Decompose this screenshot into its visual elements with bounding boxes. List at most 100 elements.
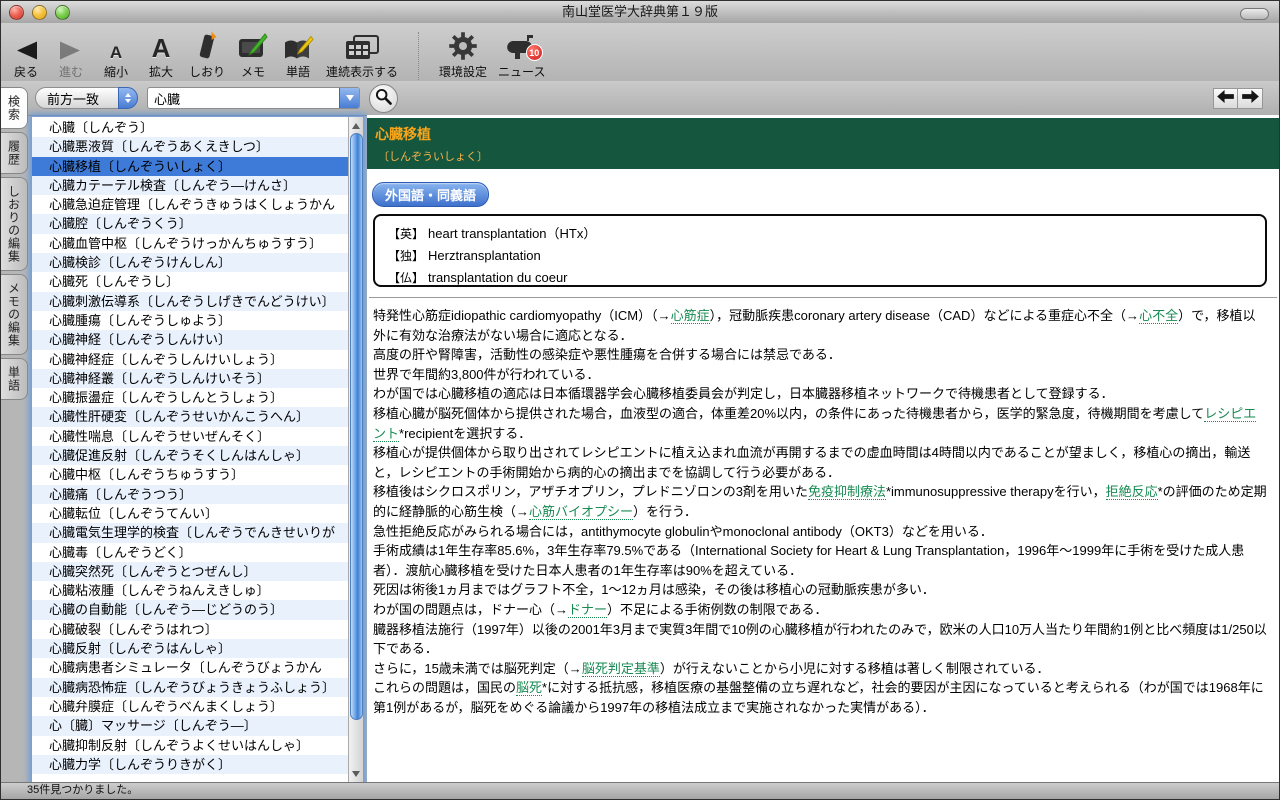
toolbar-back-button[interactable]: 戻る [9, 29, 43, 80]
list-item[interactable]: 心臓性肝硬変〔しんぞうせいかんこうへん〕 [32, 407, 348, 426]
cross-reference-link[interactable]: 脳死判定基準 [582, 661, 660, 677]
side-tab-0[interactable]: 検索 [1, 87, 28, 129]
list-item[interactable]: 心臓電気生理学的検査〔しんぞうでんきせいりが [32, 523, 348, 542]
list-item[interactable]: 心臓痛〔しんぞうつう〕 [32, 485, 348, 504]
article-paragraph: 移植心臓が脳死個体から提供された場合，血液型の適合，体重差20%以内，の条件にあ… [373, 404, 1267, 443]
cross-reference-link[interactable]: 脳死 [516, 680, 542, 696]
article-paragraph: 世界で年間約3,800件が行われている． [373, 365, 1267, 385]
toolbar-label: しおり [189, 63, 225, 80]
list-item[interactable]: 心臓毒〔しんぞうどく〕 [32, 543, 348, 562]
list-item[interactable]: 心臓神経症〔しんぞうしんけいしょう〕 [32, 350, 348, 369]
article-paragraph: 高度の肝や腎障害，活動性の感染症や悪性腫瘍を合併する場合には禁忌である． [373, 345, 1267, 365]
preferences-icon [448, 29, 478, 62]
scroll-up-icon[interactable] [349, 120, 363, 131]
article-header: 心臓移植 〔しんぞういしょく〕 [367, 118, 1279, 169]
list-item[interactable]: 心臓振盪症〔しんぞうしんとうしょう〕 [32, 388, 348, 407]
list-item[interactable]: 心臓抑制反射〔しんぞうよくせいはんしゃ〕 [32, 736, 348, 755]
next-entry-button[interactable] [1238, 88, 1263, 109]
paragraph-text: 臓器移植法施行（1997年）以後の2001年3月まで実質3年間で10例の心臓移植… [373, 622, 1267, 657]
toolbar-preferences-button[interactable]: 環境設定 [439, 29, 487, 80]
side-tab-1[interactable]: 履歴 [1, 132, 28, 174]
list-item[interactable]: 心臓腔〔しんぞうくう〕 [32, 214, 348, 233]
status-bar: 35件見つかりました。 [1, 782, 1279, 799]
paragraph-text: 特発性心筋症idiopathic cardiomyopathy（ICM）（→ [373, 308, 671, 323]
list-item[interactable]: 心臓転位〔しんぞうてんい〕 [32, 504, 348, 523]
toolbar-bookmark-button[interactable]: しおり [189, 29, 225, 80]
list-item[interactable]: 心臓血管中枢〔しんぞうけっかんちゅうすう〕 [32, 234, 348, 253]
list-item[interactable]: 心臓〔しんぞう〕 [32, 118, 348, 137]
list-item[interactable]: 心臓破裂〔しんぞうはれつ〕 [32, 620, 348, 639]
list-item[interactable]: 心臓腫瘍〔しんぞうしゅよう〕 [32, 311, 348, 330]
side-tab-2[interactable]: しおりの編集 [1, 177, 28, 271]
toolbar-toggle-button[interactable] [1240, 8, 1269, 20]
list-item[interactable]: 心臓性喘息〔しんぞうせいぜんそく〕 [32, 427, 348, 446]
toolbar-news-button[interactable]: 10ニュース [498, 29, 545, 80]
match-mode-value: 前方一致 [47, 89, 99, 108]
list-item[interactable]: 心臓の自動能〔しんぞう―じどうのう〕 [32, 600, 348, 619]
toolbar-zoom-out-button[interactable]: A縮小 [99, 29, 133, 80]
list-item[interactable]: 心臓神経〔しんぞうしんけい〕 [32, 330, 348, 349]
list-item[interactable]: 心臓移植〔しんぞういしょく〕 [32, 157, 348, 176]
side-tab-3[interactable]: メモの編集 [1, 274, 28, 355]
list-item[interactable]: 心臓弁膜症〔しんぞうべんまくしょう〕 [32, 697, 348, 716]
news-icon: 10 [507, 29, 537, 62]
list-scrollbar[interactable] [348, 117, 363, 783]
paragraph-text: 高度の肝や腎障害，活動性の感染症や悪性腫瘍を合併する場合には禁忌である． [373, 347, 841, 362]
toolbar-continuous-button[interactable]: 連続表示する [326, 29, 398, 80]
list-item[interactable]: 心臓粘液腫〔しんぞうねんえきしゅ〕 [32, 581, 348, 600]
translations-box: 【英】heart transplantation（HTx）【独】Herztran… [373, 214, 1267, 287]
search-history-dropdown-button[interactable] [339, 88, 359, 108]
arrow-left-icon [1217, 90, 1234, 108]
search-input[interactable] [148, 88, 339, 108]
toolbar-zoom-in-button[interactable]: A拡大 [144, 29, 178, 80]
cross-reference-link[interactable]: 心不全 [1139, 308, 1178, 324]
list-item[interactable]: 心臓中枢〔しんぞうちゅうすう〕 [32, 465, 348, 484]
bookmark-icon [195, 29, 219, 62]
list-item[interactable]: 心臓悪液質〔しんぞうあくえきしつ〕 [32, 137, 348, 156]
cross-reference-link[interactable]: 心筋バイオプシー [529, 504, 633, 520]
toolbar-label: 縮小 [104, 63, 128, 80]
list-item[interactable]: 心臓病患者シミュレータ〔しんぞうびょうかん [32, 658, 348, 677]
paragraph-text: これらの問題は，国民の [373, 680, 516, 695]
app-window: 南山堂医学大辞典第１９版 戻る進むA縮小A拡大しおりメモ単語連続表示する環境設定… [0, 0, 1280, 800]
paragraph-text: 移植心臓が脳死個体から提供された場合，血液型の適合，体重差20%以内，の条件にあ… [373, 406, 1204, 421]
list-item[interactable]: 心臓急迫症管理〔しんぞうきゅうはくしょうかん [32, 195, 348, 214]
cross-reference-link[interactable]: 免疫抑制療法 [808, 484, 886, 500]
list-item[interactable]: 心〔臓〕マッサージ〔しんぞう―〕 [32, 716, 348, 735]
side-tab-label: メモの編集 [6, 275, 23, 354]
scroll-down-icon[interactable] [349, 768, 363, 779]
list-item[interactable]: 心臓力学〔しんぞうりきがく〕 [32, 755, 348, 774]
cross-reference-link[interactable]: 拒絶反応 [1106, 484, 1158, 500]
match-mode-select[interactable]: 前方一致 [35, 87, 138, 109]
list-item[interactable]: 心臓反射〔しんぞうはんしゃ〕 [32, 639, 348, 658]
side-tab-label: 検索 [6, 88, 23, 128]
article-paragraph: 死因は術後1ヵ月まではグラフト不全，1～12ヵ月は感染，その後は移植心の冠動脈疾… [373, 580, 1267, 600]
article-paragraph: わが国では心臓移植の適応は日本循環器学会心臓移植委員会が判定し，日本臓器移植ネッ… [373, 384, 1267, 404]
close-button[interactable] [9, 5, 24, 20]
scrollbar-thumb[interactable] [350, 133, 363, 720]
toolbar-word-button[interactable]: 単語 [281, 29, 315, 80]
zoom-button[interactable] [55, 5, 70, 20]
list-item[interactable]: 心臓病恐怖症〔しんぞうびょうきょうふしょう〕 [32, 678, 348, 697]
article-panel: 心臓移植 〔しんぞういしょく〕 外国語・同義語 【英】heart transpl… [367, 115, 1279, 783]
list-item[interactable]: 心臓突然死〔しんぞうとつぜんし〕 [32, 562, 348, 581]
toolbar-separator [418, 32, 419, 80]
list-item[interactable]: 心臓死〔しんぞうし〕 [32, 272, 348, 291]
paragraph-text: ）不足による手術例数の制限である． [607, 602, 827, 617]
cross-reference-link[interactable]: 心筋症 [671, 308, 710, 324]
search-button[interactable] [369, 84, 398, 113]
side-tab-4[interactable]: 単語 [1, 358, 28, 400]
cross-reference-link[interactable]: ドナー [568, 602, 607, 618]
minimize-button[interactable] [32, 5, 47, 20]
arrow-right-icon [1242, 90, 1259, 108]
list-item[interactable]: 心臓検診〔しんぞうけんしん〕 [32, 253, 348, 272]
prev-entry-button[interactable] [1213, 88, 1238, 109]
translation-text: Herztransplantation [428, 248, 541, 263]
list-item[interactable]: 心臓神経叢〔しんぞうしんけいそう〕 [32, 369, 348, 388]
toolbar-memo-button[interactable]: メモ [236, 29, 270, 80]
list-item[interactable]: 心臓刺激伝導系〔しんぞうしげきでんどうけい〕 [32, 292, 348, 311]
list-item[interactable]: 心臓カテーテル検査〔しんぞう―けんさ〕 [32, 176, 348, 195]
translation-text: heart transplantation（HTx） [428, 226, 596, 241]
list-item[interactable]: 心臓促進反射〔しんぞうそくしんはんしゃ〕 [32, 446, 348, 465]
paragraph-text: ），冠動脈疾患coronary artery disease（CAD）などによる… [710, 308, 1139, 323]
